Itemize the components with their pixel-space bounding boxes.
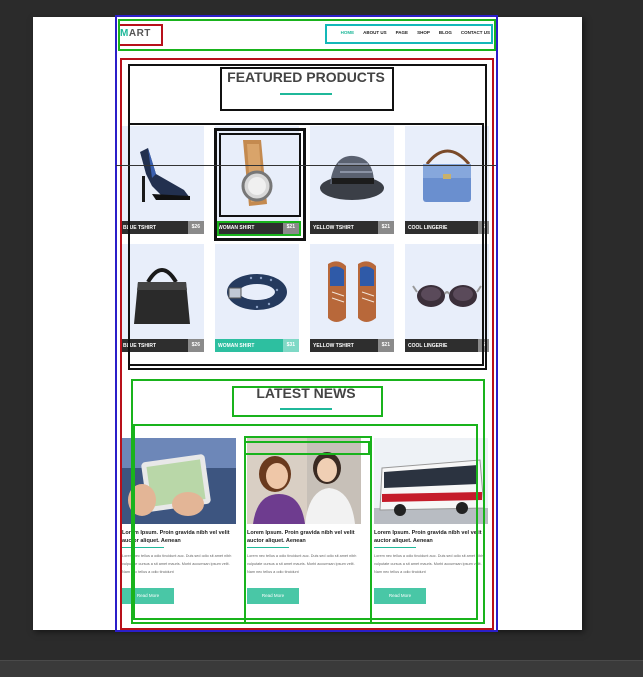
nav-page[interactable]: PAGE [396,30,408,35]
product-card[interactable]: COOL LINGERIE $ [405,244,489,352]
read-more-button[interactable]: Read More [374,588,426,604]
handbag-icon [134,268,190,324]
product-price: $31 [282,339,299,352]
guide-line [116,165,496,166]
hat-icon [320,155,384,200]
main-nav: HOME ABOUT US PAGE SHOP BLOG CONTACT US [341,30,490,35]
product-name: BLUE TSHIRT [123,342,157,349]
product-price: $ [478,221,489,234]
tablet-icon [122,438,236,524]
product-card[interactable]: BLUE TSHIRT $26 [120,126,204,234]
sunglasses-icon [412,285,482,307]
news-excerpt: Lorem nec tellus a odio tincidunt auc. D… [122,554,232,574]
product-name: COOL LINGERIE [408,342,448,349]
news-divider [374,547,416,548]
product-bar: COOL LINGERIE $ [405,339,489,352]
product-bar: COOL LINGERIE $ [405,221,489,234]
product-price: $21 [377,221,394,234]
product-price: $21 [282,221,299,234]
news-excerpt: Lorem nec tellus a odio tincidunt auc. D… [374,554,484,574]
nav-shop[interactable]: SHOP [417,30,430,35]
product-name: YELLOW TSHIRT [313,342,354,349]
mockup-page: MART HOME ABOUT US PAGE SHOP BLOG CONTAC… [116,17,496,630]
product-name: WOMAN SHIRT [218,224,255,231]
news-image-bus [374,438,488,524]
news-excerpt: Lorem nec tellus a odio tincidunt auc. D… [247,554,357,574]
logo-text: ART [128,28,151,39]
product-name: WOMAN SHIRT [218,342,255,349]
bottom-status-bar [0,660,643,677]
news-headline: Lorem Ipsum. Proin gravida nibh vel veli… [122,530,230,544]
product-name: BLUE TSHIRT [123,224,157,231]
shoes-icon [328,261,376,322]
product-price: $21 [377,339,394,352]
product-name: YELLOW TSHIRT [313,224,354,231]
product-bar: YELLOW TSHIRT $21 [310,221,394,234]
news-headline: Lorem Ipsum. Proin gravida nibh vel veli… [374,530,482,544]
bag-icon [423,149,471,202]
news-divider [247,547,289,548]
product-card[interactable]: YELLOW TSHIRT $21 [310,244,394,352]
nav-about-us[interactable]: ABOUT US [363,30,387,35]
bus-icon [374,438,488,524]
product-bar: WOMAN SHIRT $31 [215,339,299,352]
product-bar: BLUE TSHIRT $26 [120,339,204,352]
nav-contact-us[interactable]: CONTACT US [461,30,490,35]
product-bar: WOMAN SHIRT $21 [215,221,299,234]
product-bar: YELLOW TSHIRT $21 [310,339,394,352]
watch-icon [241,140,273,206]
product-card[interactable]: WOMAN SHIRT $21 [215,126,299,234]
latest-news-title: LATEST NEWS [256,385,356,401]
belt-icon [227,274,287,310]
read-more-button[interactable]: Read More [247,588,299,604]
product-name: COOL LINGERIE [408,224,448,231]
product-price: $26 [187,339,204,352]
news-image-women [247,438,361,524]
news-image-tablet [122,438,236,524]
product-card[interactable]: YELLOW TSHIRT $21 [310,126,394,234]
news-title-underline [280,408,332,410]
people-icon [247,438,361,524]
featured-title-underline [280,93,332,95]
product-price: $ [478,339,489,352]
product-card[interactable]: COOL LINGERIE $ [405,126,489,234]
nav-blog[interactable]: BLOG [439,30,452,35]
high-heel-shoe-icon [140,148,190,202]
news-headline: Lorem Ipsum. Proin gravida nibh vel veli… [247,530,355,544]
product-bar: BLUE TSHIRT $26 [120,221,204,234]
news-divider [122,547,164,548]
product-card[interactable]: WOMAN SHIRT $31 [215,244,299,352]
read-more-button[interactable]: Read More [122,588,174,604]
nav-home[interactable]: HOME [341,30,355,35]
product-price: $26 [187,221,204,234]
site-logo[interactable]: MART [120,28,151,39]
featured-products-title: FEATURED PRODUCTS [227,69,385,85]
product-card[interactable]: BLUE TSHIRT $26 [120,244,204,352]
logo-accent-letter: M [120,28,129,39]
